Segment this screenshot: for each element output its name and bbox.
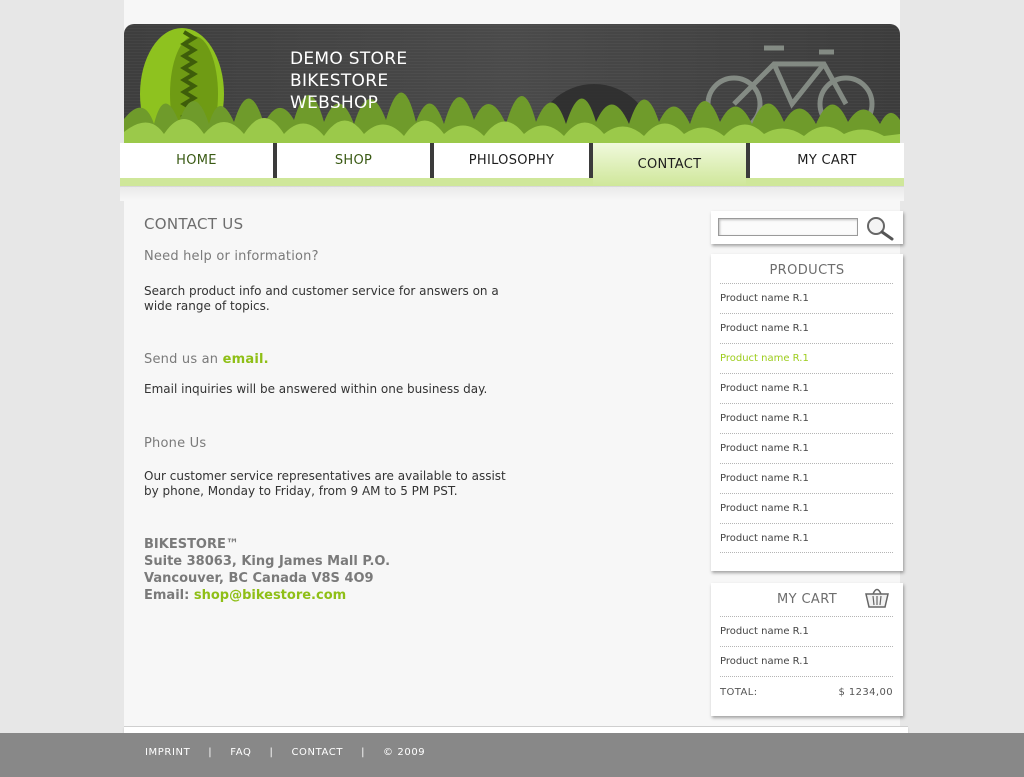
- nav-shadow: [120, 186, 904, 201]
- store-title-line: DEMO STORE: [290, 49, 408, 69]
- total-label: TOTAL:: [720, 687, 758, 698]
- footer-link-imprint[interactable]: IMPRINT: [145, 747, 190, 758]
- product-item[interactable]: Product name R.1: [720, 403, 893, 433]
- grass-shape: [124, 92, 900, 146]
- cart-total: TOTAL: $ 1234,00: [720, 676, 893, 708]
- help-text: Search product info and customer service…: [144, 284, 499, 313]
- footer-link-faq[interactable]: FAQ: [230, 747, 251, 758]
- main-navigation: HOME SHOP PHILOSOPHY CONTACT MY CART: [120, 143, 904, 201]
- nav-shop[interactable]: SHOP: [277, 143, 430, 178]
- store-title-line: WEBSHOP: [290, 93, 379, 113]
- cart-item[interactable]: Product name R.1: [720, 616, 893, 646]
- search-button[interactable]: [863, 214, 897, 242]
- copyright: © 2009: [383, 747, 426, 758]
- product-item[interactable]: Product name R.1: [720, 313, 893, 343]
- nav-home[interactable]: HOME: [120, 143, 273, 178]
- product-item[interactable]: Product name R.1: [720, 493, 893, 523]
- nav-philosophy[interactable]: PHILOSOPHY: [434, 143, 589, 178]
- email-address-link[interactable]: shop@bikestore.com: [194, 588, 346, 603]
- email-link[interactable]: email.: [223, 352, 269, 367]
- company-address: BIKESTORE™ Suite 38063, King James Mall …: [144, 536, 390, 604]
- magnifier-icon: [867, 217, 894, 241]
- product-item[interactable]: Product name R.1: [720, 283, 893, 313]
- search-box: [711, 211, 903, 244]
- help-heading: Need help or information?: [144, 249, 319, 264]
- products-box: PRODUCTS Product name R.1 Product name R…: [711, 254, 903, 571]
- search-input[interactable]: [718, 218, 858, 236]
- footer: IMPRINT | FAQ | CONTACT | © 2009: [0, 733, 1024, 777]
- product-item[interactable]: Product name R.1: [720, 463, 893, 493]
- address-line: Suite 38063, King James Mall P.O.: [144, 554, 391, 569]
- store-title: DEMO STORE BIKESTORE WEBSHOP: [290, 48, 407, 114]
- footer-separator: |: [361, 747, 366, 758]
- company-name: BIKESTORE™: [144, 537, 239, 552]
- footer-links: IMPRINT | FAQ | CONTACT | © 2009: [145, 747, 425, 758]
- phone-text: Our customer service representatives are…: [144, 469, 506, 498]
- nav-contact[interactable]: CONTACT: [593, 143, 746, 186]
- page-title: CONTACT US: [144, 215, 244, 233]
- product-item[interactable]: Product name R.1: [720, 343, 893, 373]
- basket-icon[interactable]: [864, 585, 890, 609]
- email-label: Email:: [144, 588, 190, 603]
- cart-list: Product name R.1 Product name R.1: [720, 616, 893, 676]
- email-heading-prefix: Send us an: [144, 352, 219, 367]
- products-title: PRODUCTS: [769, 263, 845, 278]
- header-banner: DEMO STORE BIKESTORE WEBSHOP: [124, 24, 900, 146]
- address-email: Email: shop@bikestore.com: [144, 587, 390, 604]
- footer-separator: |: [269, 747, 274, 758]
- banner-artwork: [124, 28, 900, 146]
- footer-link-contact[interactable]: CONTACT: [291, 747, 343, 758]
- products-list: Product name R.1 Product name R.1 Produc…: [720, 283, 893, 553]
- product-item[interactable]: Product name R.1: [720, 433, 893, 463]
- address-line: Vancouver, BC Canada V8S 4O9: [144, 571, 374, 586]
- email-text: Email inquiries will be answered within …: [144, 382, 488, 396]
- phone-heading: Phone Us: [144, 436, 207, 451]
- product-item[interactable]: Product name R.1: [720, 373, 893, 403]
- product-item[interactable]: Product name R.1: [720, 523, 893, 553]
- footer-separator: |: [208, 747, 213, 758]
- cart-item[interactable]: Product name R.1: [720, 646, 893, 676]
- cart-box: MY CART Product name R.1 Product name R.…: [711, 583, 903, 716]
- email-heading: Send us an email.: [144, 352, 269, 367]
- nav-my-cart[interactable]: MY CART: [750, 143, 904, 178]
- nav-accent-bar: [120, 178, 904, 186]
- total-value: $ 1234,00: [838, 687, 893, 698]
- store-title-line: BIKESTORE: [290, 71, 389, 91]
